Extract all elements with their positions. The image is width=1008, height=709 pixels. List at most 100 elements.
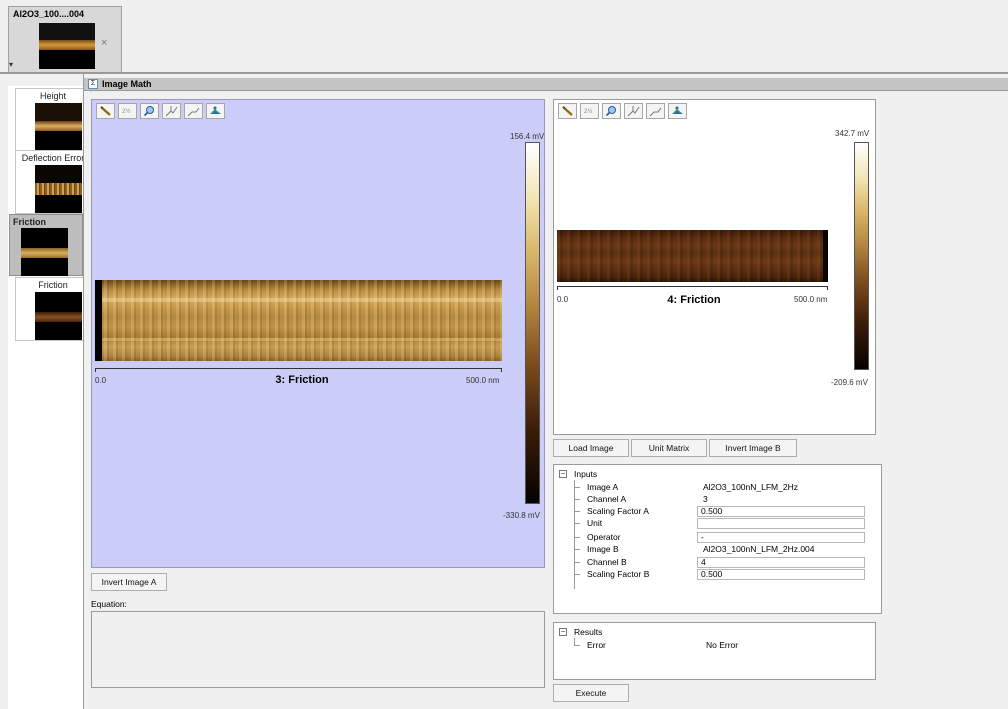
profile-icon[interactable]: [646, 103, 665, 119]
sidebar-background: [0, 74, 8, 709]
inputs-header-label: Inputs: [574, 469, 598, 479]
input-key: Operator: [587, 532, 621, 542]
zoom-icon[interactable]: [602, 103, 621, 119]
input-key: Image B: [587, 544, 619, 554]
zoom-reset-icon[interactable]: 2½: [580, 103, 599, 119]
input-key: Channel B: [587, 557, 627, 567]
image-b-toolbar: 2½: [558, 103, 687, 119]
thumbnail-height[interactable]: Height: [15, 88, 91, 152]
svg-text:2½: 2½: [122, 108, 130, 115]
unit-matrix-button[interactable]: Unit Matrix: [631, 439, 707, 457]
thumbnail-image: [35, 103, 82, 151]
results-header: Results: [554, 626, 877, 638]
image-b-scan[interactable]: [557, 230, 828, 282]
load-image-button[interactable]: Load Image: [553, 439, 629, 457]
image-a-scale-max: 156.4 mV: [510, 132, 545, 141]
thumbnail-deflection-error[interactable]: Deflection Error: [15, 150, 91, 214]
tree-tick: [574, 574, 580, 575]
close-icon[interactable]: ×: [101, 37, 107, 49]
thumbnail-label: Deflection Error: [21, 153, 85, 163]
invert-image-b-button[interactable]: Invert Image B: [709, 439, 797, 457]
tree-tick: [574, 511, 580, 512]
image-a-scale-min: -330.8 mV: [503, 511, 540, 520]
svg-text:2½: 2½: [584, 108, 592, 115]
thumbnail-image: [21, 228, 68, 276]
image-b-panel: 2½ 342.7 mV -209.6 mV 0.0 4: Friction 50…: [553, 99, 876, 435]
input-row: Scaling Factor B 0.500: [554, 568, 883, 580]
inputs-property-grid: − Inputs Image A Al2O3_100nN_LFM_2Hz Cha…: [553, 464, 882, 614]
input-row: Operator -: [554, 531, 883, 543]
input-value: 3: [703, 494, 708, 504]
image-b-colorbar: [854, 142, 869, 370]
equation-field[interactable]: [91, 611, 545, 688]
file-tab-title: Al2O3_100....004: [13, 9, 85, 19]
image-b-x-start: 0.0: [557, 295, 569, 304]
thumbnail-image: [35, 292, 82, 340]
thumbnail-label: Height: [39, 91, 66, 101]
image-b-scale-max: 342.7 mV: [835, 129, 870, 138]
tree-tick: [574, 487, 580, 488]
chevron-down-icon[interactable]: ▾: [9, 60, 13, 69]
image-a-highlight: [95, 298, 502, 302]
operator-field[interactable]: -: [697, 532, 865, 543]
input-row: Unit: [554, 517, 883, 529]
invert-image-a-button[interactable]: Invert Image A: [91, 573, 167, 591]
input-row: Channel A 3: [554, 493, 883, 505]
scaling-factor-a-field[interactable]: 0.500: [697, 506, 865, 517]
input-key: Image A: [587, 482, 619, 492]
input-row: Image B Al2O3_100nN_LFM_2Hz.004: [554, 543, 883, 555]
input-row: Image A Al2O3_100nN_LFM_2Hz: [554, 481, 883, 493]
zoom-reset-icon[interactable]: 2½: [118, 103, 137, 119]
window-title: Image Math: [102, 79, 152, 89]
image-a-x-start: 0.0: [95, 376, 107, 385]
image-b-x-end: 500.0 nm: [794, 295, 828, 304]
zoom-icon[interactable]: [140, 103, 159, 119]
result-row: Error No Error: [554, 639, 877, 651]
inputs-header: Inputs: [554, 468, 883, 480]
input-row: Channel B 4: [554, 556, 883, 568]
3d-view-icon[interactable]: [668, 103, 687, 119]
scaling-factor-b-field[interactable]: 0.500: [697, 569, 865, 580]
tree-tick: [574, 549, 580, 550]
file-tab-bar: Al2O3_100....004 × ▾: [0, 0, 1008, 74]
image-math-icon: Σ: [88, 79, 98, 89]
execute-button[interactable]: Execute: [553, 684, 629, 702]
channel-b-field[interactable]: 4: [697, 557, 865, 568]
cross-section-icon[interactable]: [624, 103, 643, 119]
cross-section-icon[interactable]: [162, 103, 181, 119]
image-a-highlight: [95, 338, 502, 341]
image-a-scan[interactable]: [95, 280, 502, 361]
profile-icon[interactable]: [184, 103, 203, 119]
thumbnail-friction-3[interactable]: Friction: [9, 214, 83, 276]
image-a-panel: 2½ 156.4 mV -330.8 mV 0.0 3: Friction 50…: [91, 99, 545, 568]
tab-divider: [0, 72, 1008, 74]
image-a-left-edge: [95, 280, 102, 361]
image-b-scale-min: -209.6 mV: [831, 378, 868, 387]
measure-icon[interactable]: [96, 103, 115, 119]
input-key: Scaling Factor A: [587, 506, 649, 516]
image-a-x-end: 500.0 nm: [466, 376, 500, 385]
input-key: Unit: [587, 518, 603, 528]
thumbnail-friction-4[interactable]: Friction: [15, 277, 91, 341]
input-value: Al2O3_100nN_LFM_2Hz: [703, 482, 798, 492]
tree-tick: [574, 645, 580, 646]
image-a-x-axis: [95, 368, 502, 372]
unit-field[interactable]: [697, 518, 865, 529]
thumbnail-label: Friction: [13, 217, 46, 227]
input-key: Scaling Factor B: [587, 569, 650, 579]
measure-icon[interactable]: [558, 103, 577, 119]
file-tab[interactable]: Al2O3_100....004 ×: [8, 6, 122, 72]
tree-tick: [574, 499, 580, 500]
equation-label: Equation:: [91, 599, 127, 609]
file-tab-thumbnail: [39, 23, 95, 69]
image-a-colorbar: [525, 142, 540, 504]
input-row: Scaling Factor A 0.500: [554, 505, 883, 517]
results-property-grid: − Results Error No Error: [553, 622, 876, 680]
input-key: Channel A: [587, 494, 627, 504]
3d-view-icon[interactable]: [206, 103, 225, 119]
image-a-toolbar: 2½: [96, 103, 225, 119]
result-key: Error: [587, 640, 606, 650]
image-b-caption: 4: Friction: [667, 294, 721, 306]
image-a-streaks: [95, 280, 502, 361]
tree-tick: [574, 523, 580, 524]
